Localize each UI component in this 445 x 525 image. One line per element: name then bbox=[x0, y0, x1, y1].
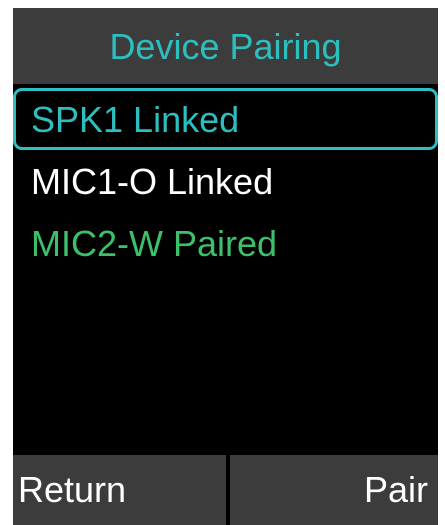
device-screen: Device Pairing SPK1 Linked MIC1-O Linked… bbox=[13, 8, 438, 525]
page-title: Device Pairing bbox=[109, 26, 342, 67]
device-item-label: MIC1-O Linked bbox=[31, 161, 274, 202]
device-item-mic1-o[interactable]: MIC1-O Linked bbox=[13, 150, 438, 212]
title-bar: Device Pairing bbox=[13, 8, 438, 84]
device-item-mic2-w[interactable]: MIC2-W Paired bbox=[13, 212, 438, 274]
device-item-label: MIC2-W Paired bbox=[31, 223, 278, 264]
pair-button[interactable]: Pair bbox=[230, 455, 438, 525]
softkey-bar: Return Pair bbox=[13, 455, 438, 525]
device-item-spk1[interactable]: SPK1 Linked bbox=[13, 88, 438, 150]
device-item-label: SPK1 Linked bbox=[31, 99, 240, 140]
return-button[interactable]: Return bbox=[13, 455, 226, 525]
device-list: SPK1 Linked MIC1-O Linked MIC2-W Paired bbox=[13, 88, 438, 274]
